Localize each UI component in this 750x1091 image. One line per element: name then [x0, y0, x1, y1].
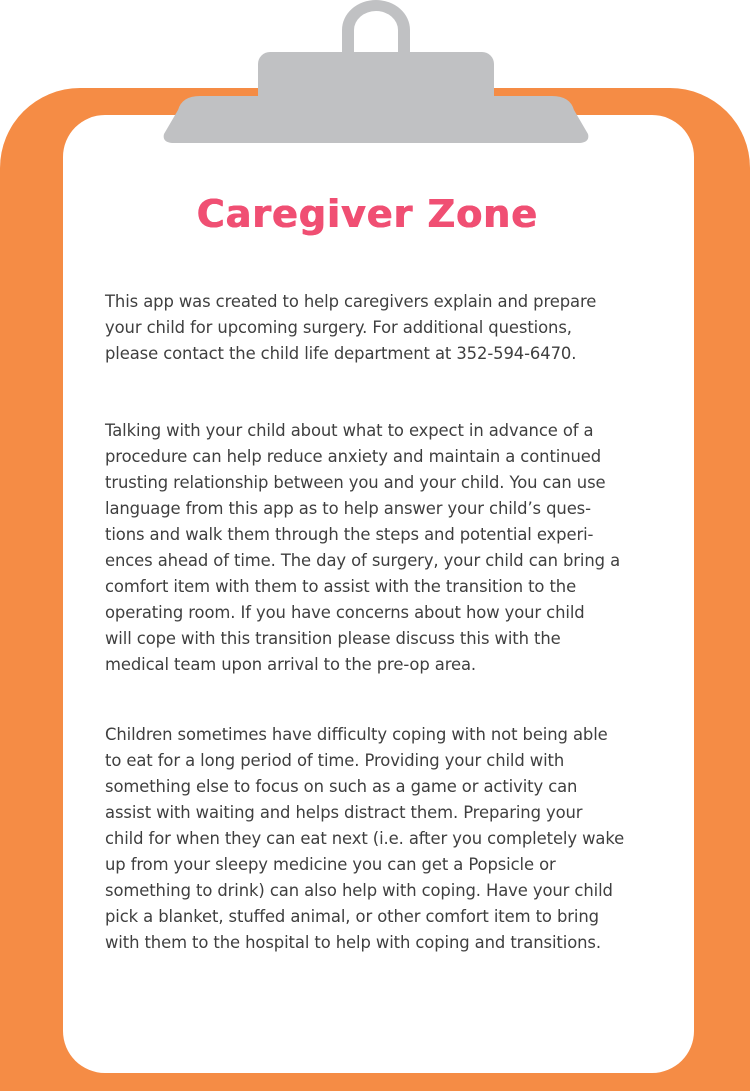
paragraph-line: your child for upcoming surgery. For add…: [105, 318, 572, 337]
intro-paragraph: This app was created to help caregivers …: [105, 289, 665, 367]
paragraph-line: child for when they can eat next (i.e. a…: [105, 829, 625, 848]
paragraph-line: Children sometimes have difficulty copin…: [105, 725, 608, 744]
paragraph-line: assist with waiting and helps distract t…: [105, 803, 583, 822]
paragraph-line: up from your sleepy medicine you can get…: [105, 855, 556, 874]
paragraph-line: procedure can help reduce anxiety and ma…: [105, 447, 602, 466]
paragraph-line: ences ahead of time. The day of surgery,…: [105, 551, 621, 570]
paragraph-line: comfort item with them to assist with th…: [105, 577, 577, 596]
paragraph-line: will cope with this transition please di…: [105, 629, 561, 648]
paragraph-line: please contact the child life department…: [105, 344, 577, 363]
talking-paragraph: Talking with your child about what to ex…: [105, 418, 665, 678]
paragraph-line: language from this app as to help answer…: [105, 499, 591, 518]
paragraph-line: Talking with your child about what to ex…: [105, 421, 594, 440]
paragraph-line: tions and walk them through the steps an…: [105, 525, 594, 544]
eating-paragraph: Children sometimes have difficulty copin…: [105, 722, 665, 956]
paragraph-line: pick a blanket, stuffed animal, or other…: [105, 907, 599, 926]
paragraph-line: medical team upon arrival to the pre-op …: [105, 655, 477, 674]
paragraph-line: trusting relationship between you and yo…: [105, 473, 606, 492]
page-title: Caregiver Zone: [196, 192, 539, 236]
paragraph-line: operating room. If you have concerns abo…: [105, 603, 585, 622]
clipboard-clip-icon: [163, 0, 589, 143]
paragraph-line: something else to focus on such as a gam…: [105, 777, 578, 796]
paragraph-line: with them to the hospital to help with c…: [105, 933, 601, 952]
paragraph-line: to eat for a long period of time. Provid…: [105, 751, 565, 770]
paragraph-line: This app was created to help caregivers …: [105, 292, 597, 311]
paragraph-line: something to drink) can also help with c…: [105, 881, 613, 900]
